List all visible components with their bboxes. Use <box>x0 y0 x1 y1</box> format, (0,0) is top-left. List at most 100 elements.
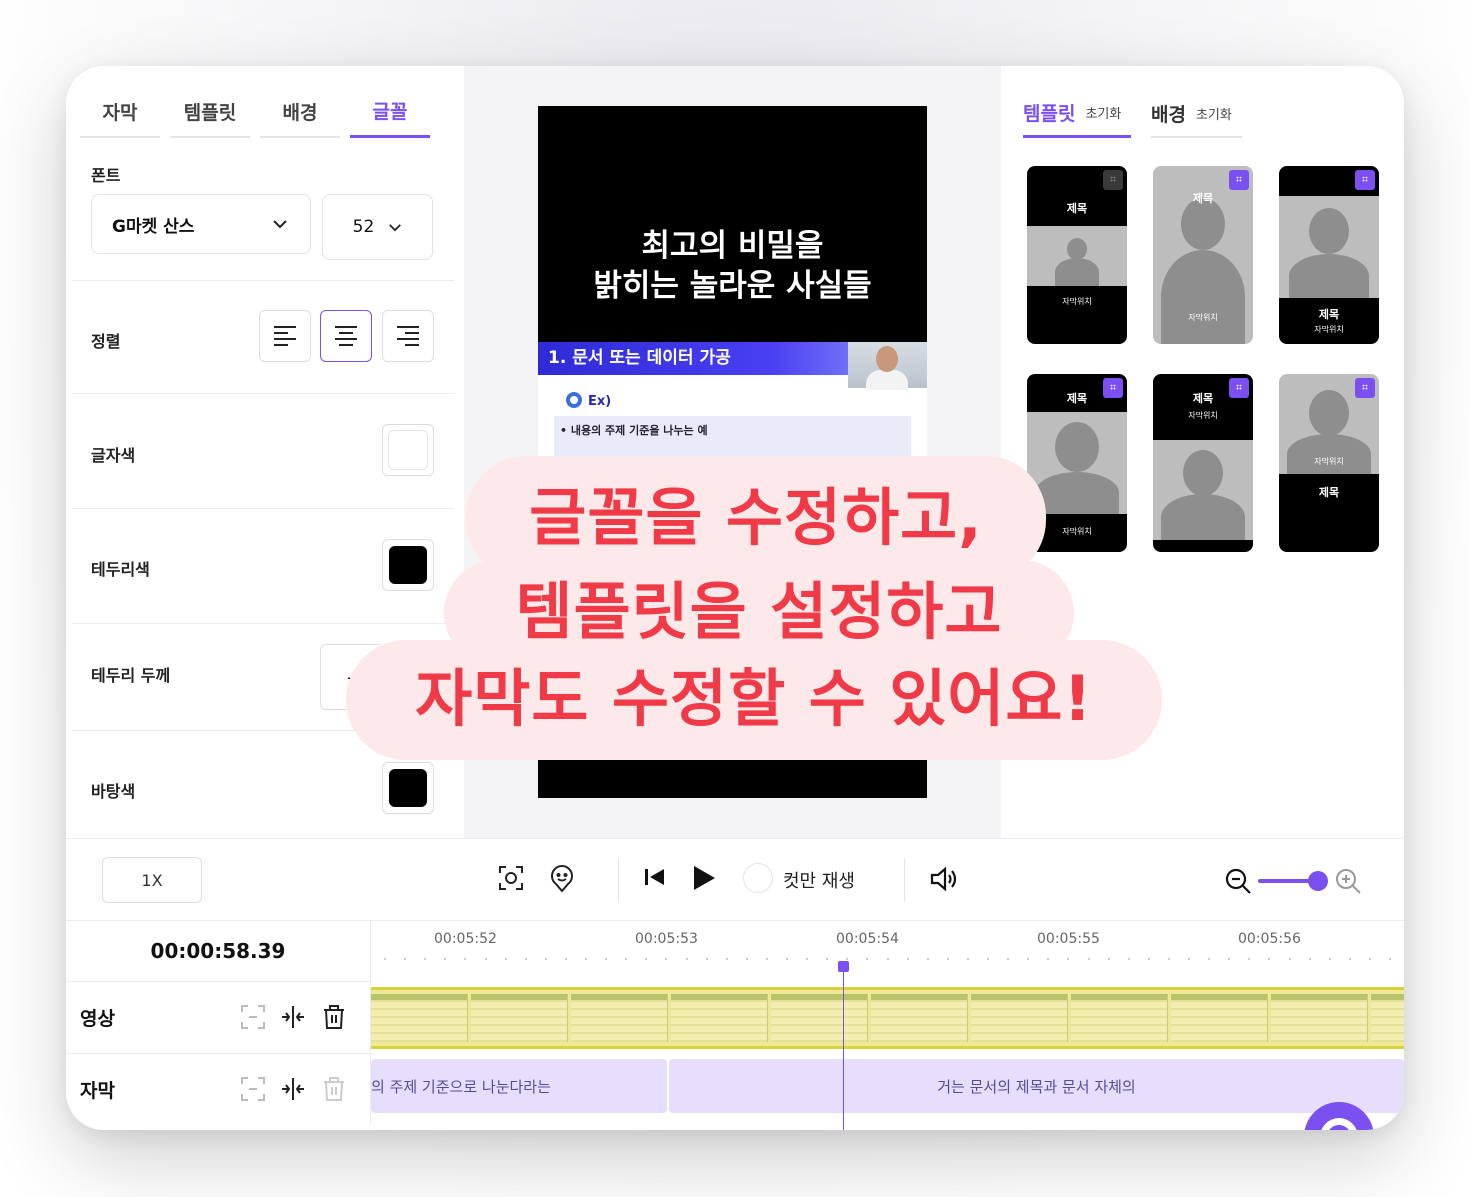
text-color-picker[interactable] <box>382 424 434 476</box>
ruler-tick <box>1208 958 1210 960</box>
zoom-in-icon[interactable] <box>1334 867 1362 895</box>
ruler-tick <box>726 958 728 960</box>
video-frame-thumbnail <box>1071 994 1168 1042</box>
align-label: 정렬 <box>91 332 121 351</box>
template-thumbnail[interactable]: 제목 자막위치 ⌗ <box>1153 166 1253 344</box>
slide-bullet: • 내용의 주제 기준을 나누는 예 <box>560 424 708 437</box>
cut-only-toggle[interactable] <box>743 863 773 893</box>
background-reset-link[interactable]: 초기화 <box>1196 104 1232 123</box>
font-label: 폰트 <box>91 166 121 185</box>
crop-icon[interactable]: ⌗ <box>1229 170 1249 190</box>
ruler-tick <box>1128 958 1130 960</box>
ruler-tick <box>585 958 587 960</box>
template-thumbnail[interactable]: 제목 자막위치 ⌗ <box>1153 374 1253 552</box>
font-size-select[interactable]: 52 <box>322 194 433 260</box>
panel-tabs: 자막 템플릿 배경 글꼴 <box>80 86 430 138</box>
crop-icon[interactable]: ⌗ <box>1355 378 1375 398</box>
template-thumbnail[interactable]: 자막위치 제목 ⌗ <box>1279 374 1379 552</box>
ruler-tick <box>947 958 949 960</box>
thumb-subtitle: 자막위치 <box>1188 411 1218 420</box>
ruler-tick <box>565 958 567 960</box>
video-frame-thumbnail <box>471 994 568 1042</box>
tab-background-right[interactable]: 배경 초기화 <box>1151 90 1242 138</box>
ruler-tick <box>645 958 647 960</box>
divider <box>72 393 454 394</box>
align-center-icon <box>335 326 357 346</box>
playhead-handle[interactable] <box>838 961 849 972</box>
align-right-button[interactable] <box>382 310 434 362</box>
crop-icon[interactable]: ⌗ <box>1103 170 1123 190</box>
crop-icon[interactable]: ⌗ <box>1355 170 1375 190</box>
video-frame-thumbnail <box>1271 994 1368 1042</box>
subtitle-clip-text: 의 주제 기준으로 나눈다라는 <box>371 1077 551 1096</box>
playhead[interactable] <box>843 967 844 1130</box>
volume-icon[interactable] <box>930 866 960 892</box>
ruler-tick <box>987 958 989 960</box>
speed-button[interactable]: 1X <box>102 857 202 903</box>
video-track-header: 영상 <box>66 981 371 1053</box>
video-frame-thumbnail <box>571 994 668 1042</box>
zoom-out-icon[interactable] <box>1224 867 1252 895</box>
ruler-tick <box>1228 958 1230 960</box>
font-family-select[interactable]: G마켓 산스 <box>91 194 311 254</box>
ruler-tick <box>1389 958 1391 960</box>
align-left-button[interactable] <box>259 310 311 362</box>
trash-icon[interactable] <box>322 1076 346 1102</box>
preview-title-line-1: 최고의 비밀을 <box>641 228 824 264</box>
current-time: 00:00:58.39 <box>66 921 371 981</box>
template-thumbnail[interactable]: 제목 자막위치 ⌗ <box>1279 166 1379 344</box>
play-icon[interactable] <box>692 865 716 891</box>
border-color-swatch <box>389 546 427 584</box>
split-icon[interactable] <box>280 1076 306 1102</box>
fit-icon[interactable] <box>240 1076 266 1102</box>
tab-template-right[interactable]: 템플릿 초기화 <box>1023 90 1132 138</box>
tab-background[interactable]: 배경 <box>260 86 340 138</box>
subtitle-clip[interactable]: 의 주제 기준으로 나눈다라는 <box>371 1059 667 1113</box>
preview-title-line-2: 밝히는 놀라운 사실들 <box>593 268 872 304</box>
split-icon[interactable] <box>280 1004 306 1030</box>
divider <box>72 280 454 281</box>
bg-color-picker[interactable] <box>382 762 434 814</box>
ruler-tick <box>525 958 527 960</box>
zoom-slider-handle[interactable] <box>1308 871 1328 891</box>
slide-ex: Ex) <box>588 394 612 409</box>
thumb-subtitle: 자막위치 <box>1314 325 1344 334</box>
ruler-tick <box>766 958 768 960</box>
face-pin-icon[interactable] <box>550 865 574 893</box>
divider <box>618 859 619 901</box>
align-center-button[interactable] <box>320 310 372 362</box>
ruler-tick <box>1027 958 1029 960</box>
screenshot-icon[interactable] <box>498 865 524 891</box>
playback-controls: 1X 컷만 재생 <box>66 838 1404 921</box>
crop-icon[interactable]: ⌗ <box>1229 378 1249 398</box>
video-frame-thumbnail <box>871 994 968 1042</box>
trash-icon[interactable] <box>322 1004 346 1030</box>
ruler-tick <box>1248 958 1250 960</box>
crop-icon[interactable]: ⌗ <box>1103 378 1123 398</box>
fit-icon[interactable] <box>240 1004 266 1030</box>
video-frame-thumbnail <box>971 994 1068 1042</box>
subtitle-clip[interactable]: 거는 문서의 제목과 문서 자체의 <box>669 1059 1404 1113</box>
tab-font[interactable]: 글꼴 <box>350 86 430 138</box>
skip-back-icon[interactable] <box>644 867 666 887</box>
video-clip-track[interactable] <box>371 987 1404 1049</box>
ruler-tick <box>1007 958 1009 960</box>
video-track-label: 영상 <box>80 1008 115 1030</box>
tab-subtitle[interactable]: 자막 <box>80 86 160 138</box>
ruler-tick <box>786 958 788 960</box>
ruler-tick <box>866 958 868 960</box>
chevron-down-icon <box>389 223 402 231</box>
template-reset-link[interactable]: 초기화 <box>1085 103 1121 122</box>
video-frame-thumbnail <box>1171 994 1268 1042</box>
font-size-value: 52 <box>352 217 375 237</box>
ruler-tick <box>505 958 507 960</box>
template-thumbnail[interactable]: 제목 자막위치 ⌗ <box>1027 166 1127 344</box>
tab-template[interactable]: 템플릿 <box>170 86 250 138</box>
ruler-tick <box>686 958 688 960</box>
border-color-picker[interactable] <box>382 539 434 591</box>
text-color-swatch <box>388 430 428 470</box>
align-left-icon <box>274 326 296 346</box>
thumb-title: 제목 <box>1318 486 1340 499</box>
ruler-tick <box>1188 958 1190 960</box>
ruler-tick <box>1047 958 1049 960</box>
